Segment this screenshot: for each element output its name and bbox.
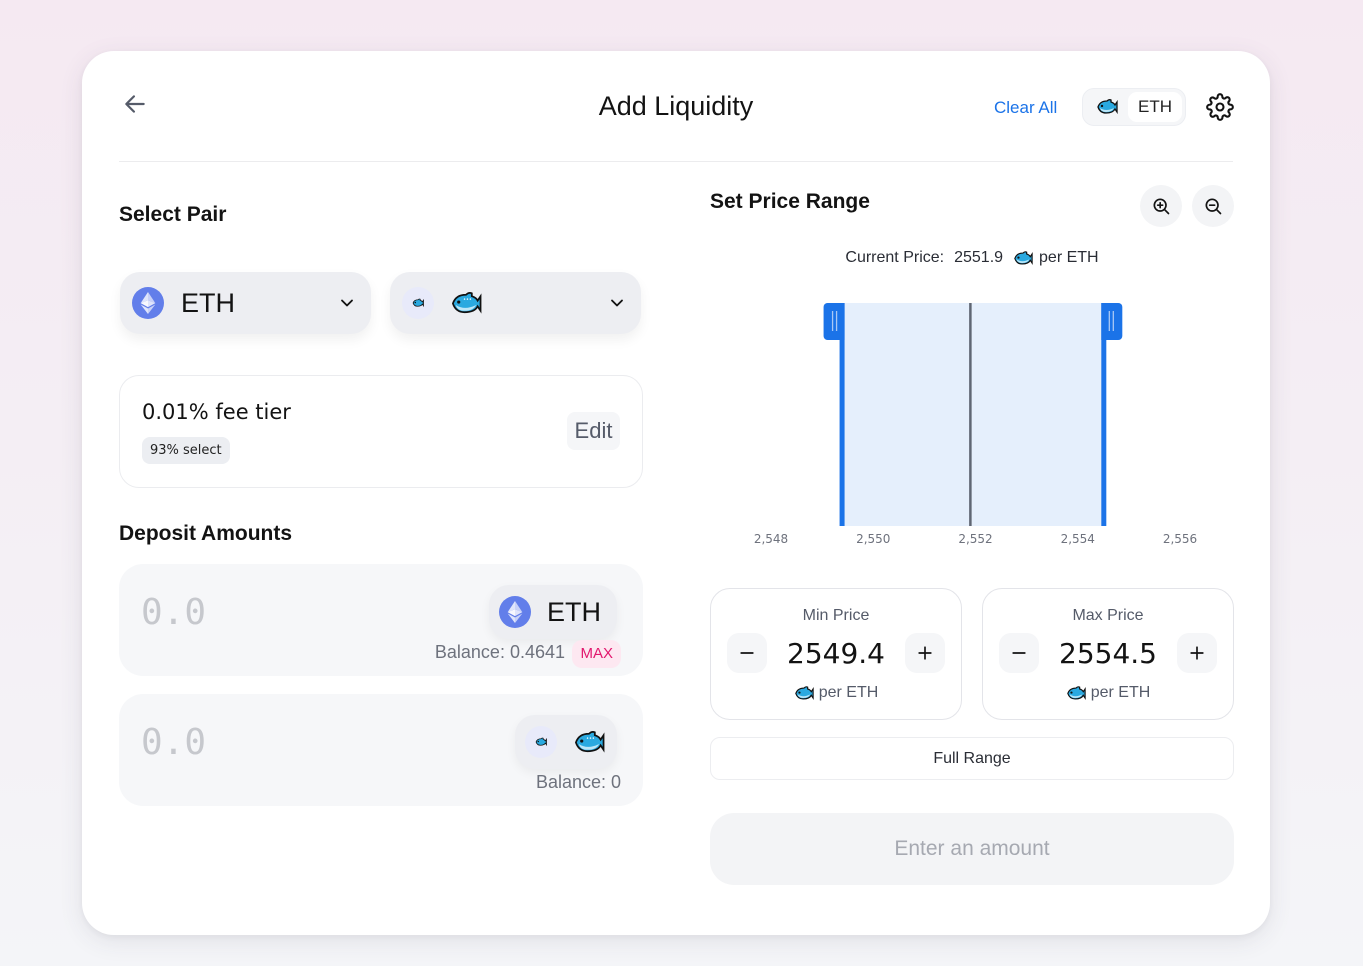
fish-token-icon (1014, 250, 1033, 265)
gear-icon (1206, 93, 1234, 121)
fish-amount-input[interactable] (141, 722, 381, 762)
submit-button[interactable]: Enter an amount (710, 813, 1234, 885)
full-range-button[interactable]: Full Range (710, 737, 1234, 780)
plus-icon (918, 646, 932, 660)
max-range-handle[interactable] (1101, 303, 1123, 340)
max-price-unit: per ETH (983, 684, 1233, 702)
fish-token-icon (1097, 99, 1118, 115)
deposit-amounts-heading: Deposit Amounts (119, 522, 293, 545)
x-axis-tick-label: 2,554 (1061, 532, 1095, 546)
settings-button[interactable] (1204, 91, 1236, 123)
eth-token-button[interactable]: ETH (489, 585, 617, 639)
max-price-increment-button[interactable] (1177, 633, 1217, 673)
set-price-range-heading: Set Price Range (710, 190, 870, 213)
fish-token-logo (525, 726, 557, 758)
add-liquidity-card: Add Liquidity Clear All ETH Select Pair … (82, 51, 1270, 935)
token-b-select[interactable] (390, 272, 641, 334)
selected-range-area (842, 303, 1104, 526)
fee-tier-title: 0.01% fee tier (142, 400, 291, 424)
edit-fee-tier-button[interactable]: Edit (567, 412, 620, 450)
ethereum-icon (499, 596, 531, 628)
x-axis-tick-label: 2,556 (1163, 532, 1197, 546)
header-divider (119, 161, 1233, 162)
current-price-row: Current Price: 2551.9 per ETH (710, 249, 1234, 267)
deposit-input-fish: Balance: 0 (119, 694, 643, 806)
zoom-in-icon (1153, 198, 1170, 215)
chevron-down-icon (337, 293, 357, 313)
clear-all-button[interactable]: Clear All (994, 98, 1057, 118)
back-button[interactable] (120, 89, 150, 119)
x-axis-tick-label: 2,552 (958, 532, 992, 546)
max-price-decrement-button[interactable] (999, 633, 1039, 673)
x-axis-tick-label: 2,550 (856, 532, 890, 546)
min-range-handle[interactable] (823, 303, 845, 340)
eth-balance: Balance: 0.4641 (434, 642, 565, 662)
min-price-label: Min Price (802, 607, 870, 624)
min-price-decrement-button[interactable] (727, 633, 767, 673)
ethereum-icon (132, 287, 164, 319)
denomination-toggle: ETH (1082, 88, 1186, 126)
select-pair-heading: Select Pair (119, 203, 227, 226)
max-price-box: Max Price per ETH (982, 588, 1234, 720)
min-price-box: Min Price per ETH (710, 588, 962, 720)
min-price-unit-text: per ETH (818, 684, 879, 701)
max-price-label: Max Price (1072, 607, 1144, 624)
zoom-in-button[interactable] (1140, 185, 1182, 227)
fish-token-button[interactable] (515, 715, 617, 769)
fish-balance: Balance: 0 (535, 772, 621, 792)
current-price-label: Current Price: (845, 249, 945, 266)
arrow-left-icon (125, 95, 145, 113)
fish-token-icon (1066, 685, 1086, 700)
toggle-option-eth[interactable]: ETH (1128, 92, 1182, 122)
minus-icon (1012, 652, 1026, 654)
max-button[interactable]: MAX (572, 640, 621, 668)
fee-tier-card: 0.01% fee tier 93% select Edit (119, 375, 643, 488)
price-range-chart: 2,548 2,550 2,552 2,554 2,556 (754, 303, 1197, 546)
fish-token-icon (412, 298, 424, 308)
fish-token-icon (535, 737, 547, 747)
zoom-out-button[interactable] (1192, 185, 1234, 227)
min-price-unit: per ETH (711, 684, 961, 702)
fish-token-symbol-icon (450, 290, 482, 317)
zoom-out-icon (1205, 198, 1222, 215)
x-axis-tick-label: 2,548 (754, 532, 788, 546)
min-price-increment-button[interactable] (905, 633, 945, 673)
plus-icon (1190, 646, 1204, 660)
deposit-input-eth: ETH Balance: 0.4641 MAX (119, 564, 643, 676)
page-title: Add Liquidity (598, 91, 754, 121)
fish-token-logo (402, 287, 434, 319)
current-price-value: 2551.9 (954, 249, 1004, 266)
toggle-option-fish[interactable] (1086, 92, 1128, 122)
current-price-unit: per ETH (1039, 249, 1099, 266)
fee-tier-select-badge: 93% select (142, 437, 230, 464)
minus-icon (740, 652, 754, 654)
max-price-input[interactable] (1045, 637, 1171, 670)
token-a-select[interactable]: ETH (120, 272, 371, 334)
token-a-symbol: ETH (181, 287, 235, 318)
fish-token-icon (794, 685, 814, 700)
fish-token-symbol-icon (573, 729, 605, 756)
eth-amount-input[interactable] (141, 592, 381, 632)
chevron-down-icon (607, 293, 627, 313)
eth-token-symbol: ETH (547, 596, 601, 627)
min-price-input[interactable] (773, 637, 899, 670)
max-price-unit-text: per ETH (1090, 684, 1151, 701)
